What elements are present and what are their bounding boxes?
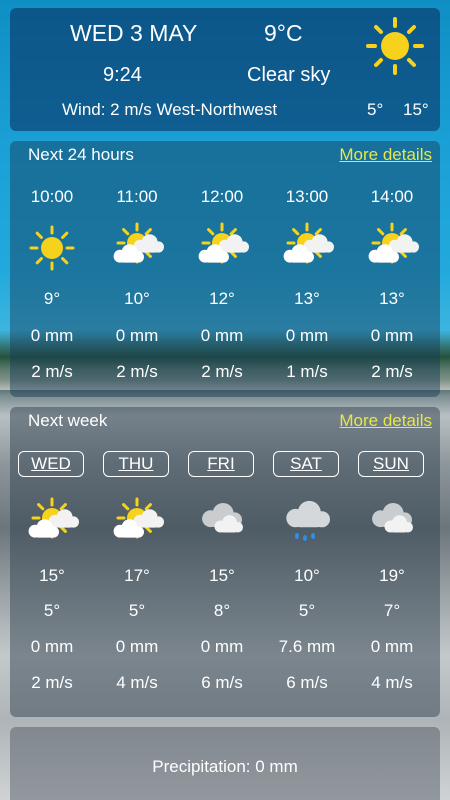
day-low: 8°: [213, 601, 231, 620]
hour-time: 14:00: [370, 187, 414, 206]
day-precip: 7.6 mm: [278, 637, 336, 656]
partly-cloudy-icon: [112, 497, 164, 546]
hour-precip: 0 mm: [30, 326, 74, 345]
cloudy-icon: [197, 500, 247, 546]
hour-wind: 1 m/s: [286, 362, 328, 381]
hour-precip: 0 mm: [200, 326, 244, 345]
partly-cloudy-icon: [197, 222, 249, 271]
hour-temp: 13°: [379, 289, 405, 308]
hour-temp: 10°: [124, 289, 150, 308]
rain-cloud-icon: [282, 500, 332, 546]
current-date: WED 3 MAY: [70, 20, 198, 46]
day-high: 15°: [209, 566, 235, 585]
day-precip: 0 mm: [30, 637, 74, 656]
hour-wind: 2 m/s: [371, 362, 413, 381]
current-conditions-card: WED 3 MAY 9°C 9:24 Clear sky Wind: 2 m/s…: [10, 8, 440, 131]
day-wind: 6 m/s: [286, 673, 328, 692]
current-condition: Clear sky: [247, 64, 331, 86]
next-24-hours-card: Next 24 hours More details 10:00 9° 0 mm 2 …: [10, 141, 440, 397]
day-high: 10°: [294, 566, 320, 585]
hour-wind: 2 m/s: [201, 362, 243, 381]
day-high: 15°: [39, 566, 65, 585]
hours-more-details-link[interactable]: More details: [339, 145, 432, 165]
partly-cloudy-icon: [282, 222, 334, 271]
hour-precip: 0 mm: [370, 326, 414, 345]
day-low: 5°: [298, 601, 316, 620]
day-tab-thu[interactable]: THU: [103, 451, 169, 477]
next-24-hours-label: Next 24 hours: [28, 145, 134, 164]
hour-time: 10:00: [30, 187, 74, 206]
day-tab-wed[interactable]: WED: [18, 451, 84, 477]
day-precip: 0 mm: [370, 637, 414, 656]
hour-time: 11:00: [116, 187, 158, 206]
day-wind: 4 m/s: [116, 673, 158, 692]
partly-cloudy-icon: [367, 222, 419, 271]
current-temp: 9°C: [264, 20, 303, 46]
week-more-details-link[interactable]: More details: [339, 411, 432, 431]
hour-time: 12:00: [200, 187, 244, 206]
hour-wind: 2 m/s: [31, 362, 73, 381]
day-tab-sun[interactable]: SUN: [358, 451, 424, 477]
day-low: 5°: [43, 601, 61, 620]
hour-temp: 13°: [294, 289, 320, 308]
precipitation-text: Precipitation: 0 mm: [152, 757, 298, 776]
precipitation-card: Precipitation: 0 mm: [10, 727, 440, 800]
sun-icon: [365, 16, 425, 76]
hour-precip: 0 mm: [115, 326, 159, 345]
partly-cloudy-icon: [27, 497, 79, 546]
current-low: 5°: [367, 100, 384, 119]
day-high: 19°: [379, 566, 405, 585]
sun-icon: [27, 225, 77, 271]
cloudy-icon: [367, 500, 417, 546]
hour-temp: 9°: [43, 289, 61, 308]
next-week-card: Next week More details WED 15° 5° 0 mm 2 m/…: [10, 407, 440, 717]
day-low: 5°: [128, 601, 146, 620]
day-tab-fri[interactable]: FRI: [188, 451, 254, 477]
day-precip: 0 mm: [115, 637, 159, 656]
hour-time: 13:00: [285, 187, 329, 206]
partly-cloudy-icon: [112, 222, 164, 271]
day-tab-sat[interactable]: SAT: [273, 451, 339, 477]
hour-precip: 0 mm: [285, 326, 329, 345]
day-wind: 2 m/s: [31, 673, 73, 692]
day-precip: 0 mm: [200, 637, 244, 656]
current-time: 9:24: [103, 64, 142, 86]
next-week-label: Next week: [28, 411, 108, 430]
day-low: 7°: [383, 601, 401, 620]
day-wind: 4 m/s: [371, 673, 413, 692]
current-high: 15°: [403, 100, 429, 119]
day-wind: 6 m/s: [201, 673, 243, 692]
current-wind: Wind: 2 m/s West-Northwest: [62, 100, 278, 119]
hour-wind: 2 m/s: [116, 362, 158, 381]
day-high: 17°: [124, 566, 150, 585]
hour-temp: 12°: [209, 289, 235, 308]
